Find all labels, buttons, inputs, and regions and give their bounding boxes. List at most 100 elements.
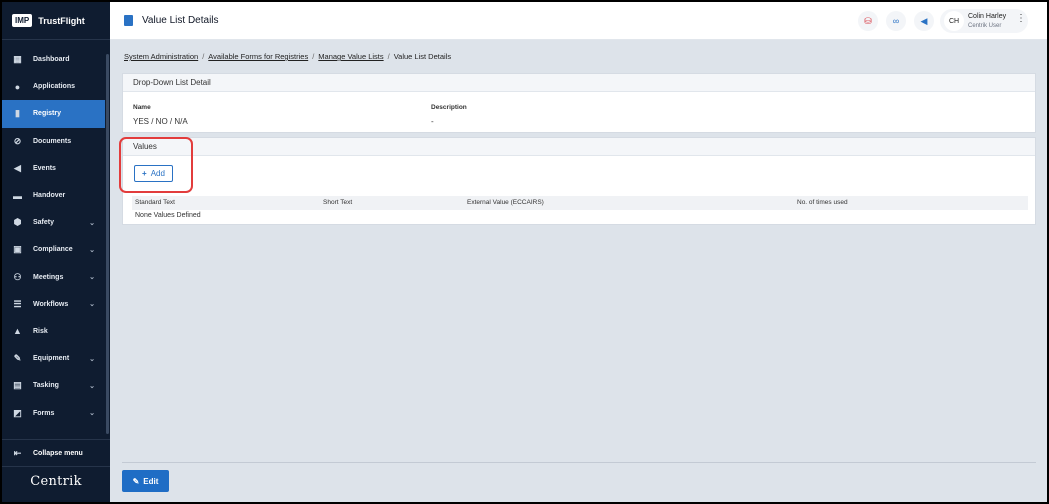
sidebar-item-label: Dashboard (33, 56, 70, 64)
description-value: - (431, 117, 434, 126)
meetings-icon: ⚇ (13, 271, 22, 282)
breadcrumb-current: Value List Details (393, 52, 452, 61)
sidebar-item-label: Risk (33, 327, 48, 335)
workflow-icon: ☰ (13, 298, 22, 309)
kebab-menu-icon[interactable]: ⋮ (1016, 13, 1026, 24)
user-role: Centrik User (968, 23, 1002, 29)
sidebar-item-label: Workflows (33, 300, 69, 308)
database-button[interactable]: ⛁ (858, 11, 878, 31)
sidebar-item-tasking[interactable]: ▤ Tasking ⌄ (2, 372, 105, 399)
shield-icon: ⬢ (13, 217, 22, 228)
user-name: Colin Harley (968, 13, 1007, 20)
link-icon: ∞ (892, 16, 900, 26)
user-icon: ● (14, 81, 21, 92)
collapse-menu-label: Collapse menu (33, 449, 83, 457)
sidebar-nav: ▦ Dashboard ● Applications ▮ Registry ⊘ … (2, 46, 105, 427)
paperclip-icon: ⊘ (13, 135, 22, 146)
sidebar-item-events[interactable]: ◀ Events (2, 155, 105, 182)
megaphone-icon: ◀ (920, 15, 928, 26)
sidebar-item-forms[interactable]: ◩ Forms ⌄ (2, 399, 105, 426)
breadcrumb: System Administration / Available Forms fo… (124, 52, 451, 61)
name-value: YES / NO / N/A (133, 117, 188, 126)
sidebar-item-safety[interactable]: ⬢ Safety ⌄ (2, 209, 105, 236)
top-header: Value List Details ⛁ ∞ ◀ CH Colin Harley… (110, 2, 1047, 40)
footer-divider (122, 462, 1036, 463)
compliance-icon: ▣ (13, 244, 22, 255)
sidebar-item-label: Safety (33, 219, 55, 227)
sidebar-item-risk[interactable]: ▲ Risk (2, 318, 105, 345)
breadcrumb-system-administration[interactable]: System Administration (124, 52, 198, 61)
card-title: Values (123, 138, 1035, 156)
sidebar-item-label: Meetings (33, 273, 64, 281)
breadcrumb-separator: / (387, 52, 390, 61)
book-icon: ▮ (15, 108, 20, 119)
dashboard-icon: ▦ (13, 54, 22, 65)
sidebar-item-documents[interactable]: ⊘ Documents (2, 128, 105, 155)
avatar: CH (944, 11, 964, 31)
column-header-short-text[interactable]: Short Text (323, 199, 352, 206)
column-header-standard-text[interactable]: Standard Text (135, 199, 175, 206)
app-window: IMP TrustFlight ▦ Dashboard ● Applicatio… (2, 2, 1047, 502)
edit-icon: ✎ (132, 476, 140, 486)
chevron-down-icon: ⌄ (89, 355, 95, 363)
empty-state-text: None Values Defined (135, 212, 201, 219)
breadcrumb-separator: / (202, 52, 205, 61)
chevron-down-icon: ⌄ (89, 274, 95, 282)
database-icon: ⛁ (864, 15, 872, 26)
registry-page-icon (124, 15, 133, 26)
centrik-logo: Centrik (30, 474, 82, 489)
sidebar-item-meetings[interactable]: ⚇ Meetings ⌄ (2, 264, 105, 291)
sidebar-item-workflows[interactable]: ☰ Workflows ⌄ (2, 291, 105, 318)
user-menu[interactable]: CH Colin Harley Centrik User ⋮ (940, 9, 1028, 33)
sidebar-item-compliance[interactable]: ▣ Compliance ⌄ (2, 236, 105, 263)
column-header-times-used[interactable]: No. of times used (797, 199, 848, 206)
name-label: Name (133, 104, 151, 111)
collapse-menu-button[interactable]: ⇤ Collapse menu (2, 439, 110, 467)
announcements-button[interactable]: ◀ (914, 11, 934, 31)
breadcrumb-manage-value-lists[interactable]: Manage Value Lists (318, 52, 383, 61)
task-icon: ▤ (13, 380, 22, 391)
forms-icon: ◩ (13, 407, 22, 418)
breadcrumb-separator: / (312, 52, 315, 61)
chevron-down-icon: ⌄ (89, 382, 95, 390)
sidebar-item-handover[interactable]: ▬ Handover (2, 182, 105, 209)
breadcrumb-available-forms[interactable]: Available Forms for Registries (208, 52, 308, 61)
values-card: Values + Add Standard Text Short Text Ex… (122, 137, 1036, 225)
chevron-down-icon: ⌄ (89, 219, 95, 227)
brand[interactable]: IMP TrustFlight (2, 2, 110, 40)
sidebar-item-label: Equipment (33, 355, 70, 363)
edit-button-label: Edit (143, 476, 159, 486)
card-title: Drop-Down List Detail (123, 74, 1035, 92)
sidebar-item-equipment[interactable]: ✎ Equipment ⌄ (2, 345, 105, 372)
page-title: Value List Details (142, 15, 219, 26)
risk-icon: ▲ (13, 326, 22, 337)
sidebar-item-applications[interactable]: ● Applications (2, 73, 105, 100)
sidebar: IMP TrustFlight ▦ Dashboard ● Applicatio… (2, 2, 110, 502)
description-label: Description (431, 104, 467, 111)
chevron-down-icon: ⌄ (89, 410, 95, 418)
brand-name: TrustFlight (38, 15, 85, 26)
sidebar-item-label: Registry (33, 110, 62, 118)
sidebar-item-label: Compliance (33, 246, 73, 254)
sidebar-item-label: Applications (33, 83, 76, 91)
sidebar-item-label: Handover (33, 192, 66, 200)
wrench-icon: ✎ (13, 353, 22, 364)
sidebar-item-dashboard[interactable]: ▦ Dashboard (2, 46, 105, 73)
sidebar-scrollbar[interactable] (106, 54, 109, 434)
brand-logo: IMP (12, 14, 33, 27)
sidebar-item-label: Documents (33, 137, 72, 145)
chevron-down-icon: ⌄ (89, 246, 95, 254)
link-button[interactable]: ∞ (886, 11, 906, 31)
annotation-highlight (119, 137, 193, 193)
sidebar-item-registry[interactable]: ▮ Registry (2, 100, 105, 128)
handover-icon: ▬ (13, 190, 22, 201)
column-header-external-value[interactable]: External Value (ECCAIRS) (467, 199, 544, 206)
edit-button[interactable]: ✎ Edit (122, 470, 169, 492)
chevron-down-icon: ⌄ (89, 301, 95, 309)
collapse-icon: ⇤ (13, 447, 22, 458)
megaphone-icon: ◀ (14, 162, 21, 173)
dropdown-list-detail-card: Drop-Down List Detail Name YES / NO / N/… (122, 73, 1036, 133)
sidebar-item-label: Forms (33, 409, 55, 417)
sidebar-item-label: Tasking (33, 382, 59, 390)
sidebar-item-label: Events (33, 164, 56, 172)
